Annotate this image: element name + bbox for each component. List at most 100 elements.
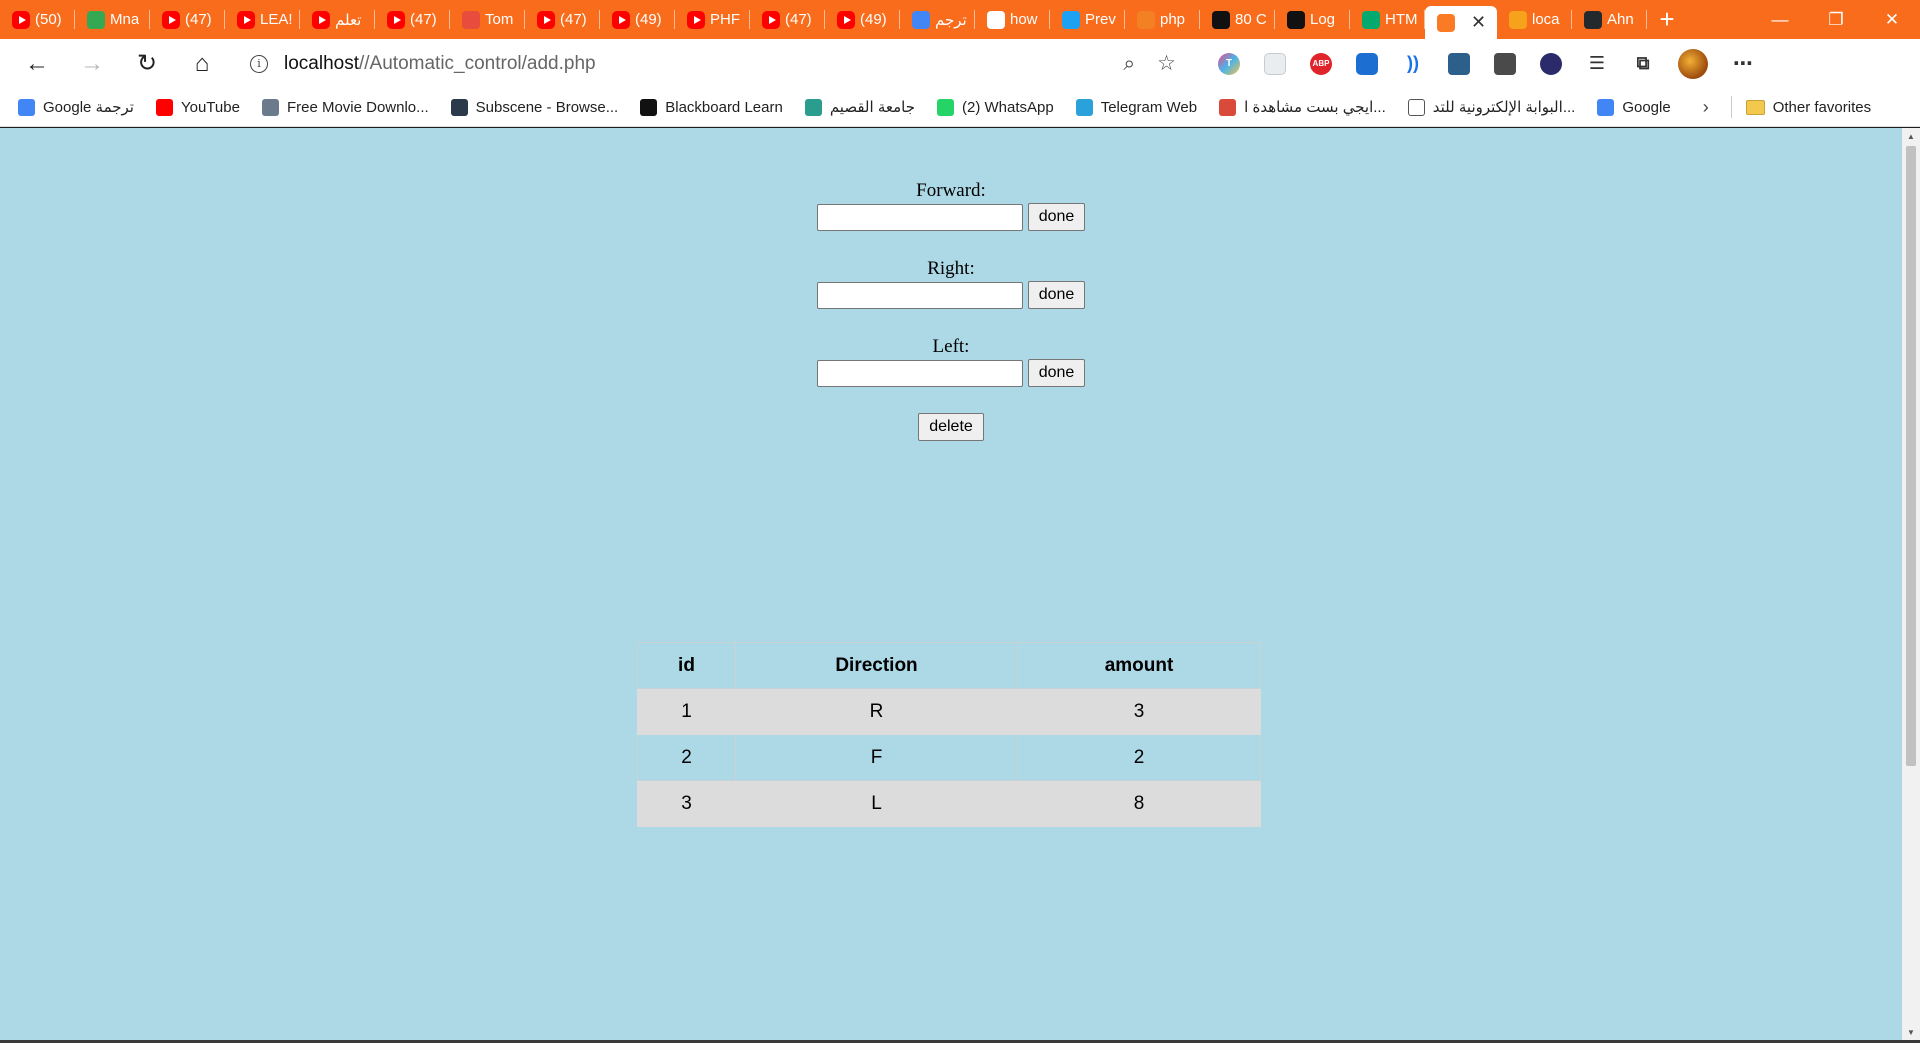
browser-tab[interactable]: تعلم	[300, 0, 375, 39]
xampp-pma-icon	[1509, 10, 1527, 29]
telegram-icon	[1075, 98, 1093, 116]
other-favorites-folder[interactable]: Other favorites	[1745, 99, 1871, 116]
favorites-more-chevron-icon[interactable]: ›	[1703, 97, 1709, 118]
tab-label: (49)	[635, 11, 662, 28]
favorite-star-icon[interactable]: ☆	[1157, 51, 1176, 76]
subscene-icon	[450, 98, 468, 116]
browser-tab[interactable]: Mna	[75, 0, 150, 39]
adblock-plus-icon[interactable]: ABP	[1310, 52, 1332, 75]
github-icon	[1584, 10, 1602, 29]
address-bar-tools: ⌕ ☆	[1123, 45, 1176, 83]
favorite-item[interactable]: Subscene - Browse...	[450, 98, 618, 116]
browser-tab[interactable]: ترجم	[900, 0, 975, 39]
scrollbar-thumb[interactable]	[1906, 146, 1916, 766]
download-extension-icon[interactable]	[1540, 52, 1562, 75]
favorite-item[interactable]: البوابة الإلكترونية للتد...	[1407, 98, 1575, 116]
right-input[interactable]	[816, 281, 1023, 309]
browser-tab[interactable]: (47)	[150, 0, 225, 39]
more-menu-icon[interactable]: ⋯	[1732, 53, 1754, 75]
forward-input[interactable]	[816, 203, 1023, 231]
scroll-up-arrow-icon[interactable]: ▲	[1902, 128, 1920, 144]
minimize-button[interactable]: —	[1752, 0, 1808, 39]
restore-button[interactable]: ❐	[1808, 0, 1864, 39]
favorite-item[interactable]: YouTube	[155, 98, 240, 116]
browser-tab[interactable]: loca	[1497, 0, 1572, 39]
youtube-icon	[387, 10, 405, 29]
zoom-icon[interactable]: ⌕	[1123, 52, 1135, 76]
browser-tab[interactable]: 80 C	[1200, 0, 1275, 39]
cell-id: 1	[637, 688, 736, 735]
browser-tab[interactable]: (50)	[0, 0, 75, 39]
browser-tab[interactable]: ✕	[1425, 6, 1497, 39]
tab-label: (47)	[560, 11, 587, 28]
left-input[interactable]	[816, 359, 1023, 387]
browser-tab[interactable]: LEA!	[225, 0, 300, 39]
favorite-item[interactable]: Telegram Web	[1075, 98, 1198, 116]
browser-tab[interactable]: (47)	[750, 0, 825, 39]
shield-extension-icon[interactable]	[1494, 52, 1516, 75]
forward-button[interactable]: →	[73, 45, 111, 83]
favorite-item[interactable]: Blackboard Learn	[640, 98, 783, 116]
site-info-icon[interactable]: i	[250, 54, 268, 73]
favorites-list-icon[interactable]: ☰	[1586, 53, 1608, 75]
address-bar[interactable]: i localhost //Automatic_control/add.php …	[238, 44, 1188, 83]
profile-avatar[interactable]	[1678, 48, 1708, 79]
browser-tab[interactable]: (47)	[525, 0, 600, 39]
browser-tab[interactable]: PHF	[675, 0, 750, 39]
tab-label: ترجم	[935, 11, 967, 29]
delete-button[interactable]: delete	[918, 413, 984, 441]
browser-tab[interactable]: php	[1125, 0, 1200, 39]
tab-label: Tom	[485, 11, 514, 28]
cell-direction: F	[735, 734, 1018, 781]
url-host: localhost	[284, 52, 359, 74]
browser-tab[interactable]: (49)	[825, 0, 900, 39]
play-store-icon	[87, 10, 105, 29]
qassim-icon	[804, 98, 822, 116]
reload-button[interactable]: ↻	[128, 45, 166, 83]
table-header-row: id Direction amount	[637, 642, 1261, 689]
back-button[interactable]: ←	[18, 45, 56, 83]
color-extension-icon[interactable]: T	[1218, 52, 1240, 75]
read-aloud-icon[interactable]: ))	[1402, 53, 1424, 75]
favorite-item[interactable]: Free Movie Downlo...	[261, 98, 429, 116]
window-extension-icon[interactable]	[1448, 52, 1470, 75]
browser-tab[interactable]: Prev	[1050, 0, 1125, 39]
tab-close-icon[interactable]: ✕	[1471, 12, 1486, 33]
left-done-button[interactable]: done	[1027, 359, 1086, 387]
vertical-scrollbar[interactable]: ▲ ▼	[1902, 128, 1920, 1040]
youtube-icon	[237, 10, 255, 29]
header-direction: Direction	[735, 642, 1018, 689]
pocket-extension-icon[interactable]	[1264, 52, 1286, 75]
forward-done-button[interactable]: done	[1027, 203, 1086, 231]
scroll-down-arrow-icon[interactable]: ▼	[1902, 1024, 1920, 1040]
browser-tab[interactable]: Log	[1275, 0, 1350, 39]
right-form: Right: done	[0, 258, 1902, 309]
screen-extension-icon[interactable]	[1356, 52, 1378, 75]
collections-icon[interactable]: ⧉	[1632, 53, 1654, 75]
tabs-container: (50) Mna (47) LEA! تعلم (47) Tom (47) (49) PHF (47…	[0, 0, 1647, 39]
browser-tab[interactable]: Ahn	[1572, 0, 1647, 39]
favorite-item[interactable]: Google ترجمة	[18, 98, 134, 116]
browser-tab[interactable]: HTM	[1350, 0, 1425, 39]
left-row: done	[0, 359, 1902, 387]
favorite-item[interactable]: Google	[1597, 98, 1671, 116]
browser-tab[interactable]: (49)	[600, 0, 675, 39]
new-tab-button[interactable]: +	[1647, 4, 1687, 35]
browser-tab[interactable]: how	[975, 0, 1050, 39]
right-done-button[interactable]: done	[1027, 281, 1086, 309]
tab-label: Log	[1310, 11, 1336, 28]
favorite-item[interactable]: (2) WhatsApp	[936, 98, 1054, 116]
forward-label: Forward:	[916, 180, 986, 201]
direction-table: id Direction amount 1 R 3 2 F 2 3 L 8	[637, 642, 1261, 827]
home-button[interactable]: ⌂	[183, 45, 221, 83]
header-amount: amount	[1017, 642, 1261, 689]
google-translate-icon	[18, 98, 35, 116]
favorite-label: Telegram Web	[1100, 98, 1198, 116]
window-controls: — ❐ ✕	[1752, 0, 1920, 39]
favorite-item[interactable]: جامعة القصيم	[804, 98, 915, 116]
browser-tab[interactable]: (47)	[375, 0, 450, 39]
tab-label: (47)	[410, 11, 437, 28]
close-window-button[interactable]: ✕	[1864, 0, 1920, 39]
browser-tab[interactable]: Tom	[450, 0, 525, 39]
favorite-item[interactable]: ايجي بست مشاهدة ا...	[1219, 98, 1386, 116]
